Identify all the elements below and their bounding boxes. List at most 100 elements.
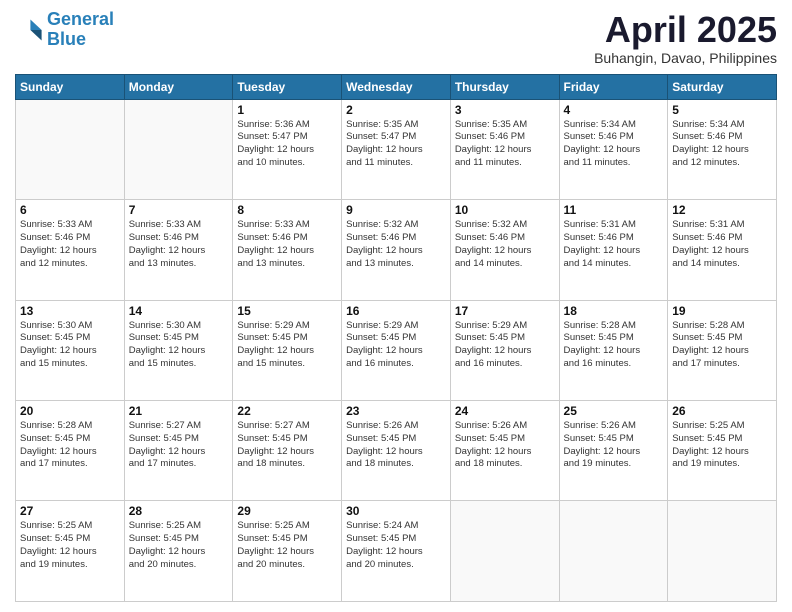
calendar: Sunday Monday Tuesday Wednesday Thursday… <box>15 74 777 602</box>
day-number: 20 <box>20 404 120 418</box>
table-row <box>559 501 668 602</box>
table-row: 15Sunrise: 5:29 AM Sunset: 5:45 PM Dayli… <box>233 300 342 400</box>
day-number: 13 <box>20 304 120 318</box>
table-row <box>16 99 125 199</box>
table-row: 10 Sunrise: 5:32 AM Sunset: 5:46 PM Dayli… <box>450 200 559 300</box>
day-number: 7 <box>129 203 229 217</box>
day-number: 26 <box>672 404 772 418</box>
col-saturday: Saturday <box>668 74 777 99</box>
day-info: Sunrise: 5:26 AM Sunset: 5:45 PM Dayligh… <box>455 420 555 471</box>
day-number: 27 <box>20 504 120 518</box>
day-info: Sunrise: 5:32 AM Sunset: 5:46 PM Dayligh… <box>455 219 555 270</box>
day-info: Sunrise: 5:25 AM Sunset: 5:45 PM Dayligh… <box>237 520 337 571</box>
day-number: 17 <box>455 304 555 318</box>
day-info: Sunrise: 5:24 AM Sunset: 5:45 PM Dayligh… <box>346 520 446 571</box>
day-number: 9 <box>346 203 446 217</box>
calendar-header-row: Sunday Monday Tuesday Wednesday Thursday… <box>16 74 777 99</box>
table-row: 5Sunrise: 5:34 AM Sunset: 5:46 PM Daylig… <box>668 99 777 199</box>
day-info: Sunrise: 5:30 AM Sunset: 5:45 PM Dayligh… <box>20 320 120 371</box>
logo-line2: Blue <box>47 29 86 49</box>
table-row: 12 Sunrise: 5:31 AM Sunset: 5:46 PM Dayli… <box>668 200 777 300</box>
table-row: 20 Sunrise: 5:28 AM Sunset: 5:45 PM Dayli… <box>16 401 125 501</box>
day-number: 29 <box>237 504 337 518</box>
day-info: Sunrise: 5:31 AM Sunset: 5:46 PM Dayligh… <box>564 219 664 270</box>
day-number: 12 <box>672 203 772 217</box>
day-info: Sunrise: 5:33 AM Sunset: 5:46 PM Dayligh… <box>237 219 337 270</box>
day-info: Sunrise: 5:28 AM Sunset: 5:45 PM Dayligh… <box>564 320 664 371</box>
table-row: 7 Sunrise: 5:33 AM Sunset: 5:46 PM Daylig… <box>124 200 233 300</box>
col-sunday: Sunday <box>16 74 125 99</box>
day-info: Sunrise: 5:33 AM Sunset: 5:46 PM Dayligh… <box>20 219 120 270</box>
table-row: 4Sunrise: 5:34 AM Sunset: 5:46 PM Daylig… <box>559 99 668 199</box>
day-info: Sunrise: 5:30 AM Sunset: 5:45 PM Dayligh… <box>129 320 229 371</box>
table-row: 3 Sunrise: 5:35 AM Sunset: 5:46 PM Daylig… <box>450 99 559 199</box>
table-row: 23Sunrise: 5:26 AM Sunset: 5:45 PM Dayli… <box>342 401 451 501</box>
table-row: 2 Sunrise: 5:35 AM Sunset: 5:47 PM Daylig… <box>342 99 451 199</box>
day-number: 25 <box>564 404 664 418</box>
table-row: 9 Sunrise: 5:32 AM Sunset: 5:46 PM Daylig… <box>342 200 451 300</box>
calendar-week-row: 6 Sunrise: 5:33 AM Sunset: 5:46 PM Daylig… <box>16 200 777 300</box>
calendar-week-row: 27 Sunrise: 5:25 AM Sunset: 5:45 PM Dayli… <box>16 501 777 602</box>
table-row: 19 Sunrise: 5:28 AM Sunset: 5:45 PM Dayli… <box>668 300 777 400</box>
table-row: 13 Sunrise: 5:30 AM Sunset: 5:45 PM Dayli… <box>16 300 125 400</box>
col-friday: Friday <box>559 74 668 99</box>
col-thursday: Thursday <box>450 74 559 99</box>
day-number: 19 <box>672 304 772 318</box>
table-row: 14 Sunrise: 5:30 AM Sunset: 5:45 PM Dayli… <box>124 300 233 400</box>
table-row <box>668 501 777 602</box>
day-number: 6 <box>20 203 120 217</box>
day-info: Sunrise: 5:32 AM Sunset: 5:46 PM Dayligh… <box>346 219 446 270</box>
day-number: 18 <box>564 304 664 318</box>
day-info: Sunrise: 5:35 AM Sunset: 5:46 PM Dayligh… <box>455 119 555 170</box>
logo-text: General Blue <box>47 10 114 50</box>
day-info: Sunrise: 5:28 AM Sunset: 5:45 PM Dayligh… <box>672 320 772 371</box>
day-number: 15 <box>237 304 337 318</box>
day-number: 2 <box>346 103 446 117</box>
day-info: Sunrise: 5:29 AM Sunset: 5:45 PM Dayligh… <box>455 320 555 371</box>
day-info: Sunrise: 5:27 AM Sunset: 5:45 PM Dayligh… <box>237 420 337 471</box>
day-info: Sunrise: 5:26 AM Sunset: 5:45 PM Dayligh… <box>564 420 664 471</box>
day-info: Sunrise: 5:35 AM Sunset: 5:47 PM Dayligh… <box>346 119 446 170</box>
day-number: 14 <box>129 304 229 318</box>
table-row: 6 Sunrise: 5:33 AM Sunset: 5:46 PM Daylig… <box>16 200 125 300</box>
location: Buhangin, Davao, Philippines <box>594 50 777 66</box>
day-info: Sunrise: 5:25 AM Sunset: 5:45 PM Dayligh… <box>672 420 772 471</box>
day-info: Sunrise: 5:29 AM Sunset: 5:45 PM Dayligh… <box>346 320 446 371</box>
calendar-week-row: 20 Sunrise: 5:28 AM Sunset: 5:45 PM Dayli… <box>16 401 777 501</box>
day-number: 22 <box>237 404 337 418</box>
day-info: Sunrise: 5:33 AM Sunset: 5:46 PM Dayligh… <box>129 219 229 270</box>
table-row: 17 Sunrise: 5:29 AM Sunset: 5:45 PM Dayli… <box>450 300 559 400</box>
day-number: 21 <box>129 404 229 418</box>
table-row: 28 Sunrise: 5:25 AM Sunset: 5:45 PM Dayli… <box>124 501 233 602</box>
day-info: Sunrise: 5:36 AM Sunset: 5:47 PM Dayligh… <box>237 119 337 170</box>
day-number: 5 <box>672 103 772 117</box>
day-info: Sunrise: 5:25 AM Sunset: 5:45 PM Dayligh… <box>129 520 229 571</box>
logo-icon <box>15 16 43 44</box>
day-number: 1 <box>237 103 337 117</box>
day-number: 23 <box>346 404 446 418</box>
day-info: Sunrise: 5:28 AM Sunset: 5:45 PM Dayligh… <box>20 420 120 471</box>
table-row: 26 Sunrise: 5:25 AM Sunset: 5:45 PM Dayli… <box>668 401 777 501</box>
table-row: 30 Sunrise: 5:24 AM Sunset: 5:45 PM Dayli… <box>342 501 451 602</box>
table-row: 1 Sunrise: 5:36 AM Sunset: 5:47 PM Daylig… <box>233 99 342 199</box>
day-info: Sunrise: 5:31 AM Sunset: 5:46 PM Dayligh… <box>672 219 772 270</box>
title-block: April 2025 Buhangin, Davao, Philippines <box>594 10 777 66</box>
table-row: 11Sunrise: 5:31 AM Sunset: 5:46 PM Dayli… <box>559 200 668 300</box>
logo: General Blue <box>15 10 114 50</box>
day-number: 10 <box>455 203 555 217</box>
table-row: 25 Sunrise: 5:26 AM Sunset: 5:45 PM Dayli… <box>559 401 668 501</box>
table-row: 18 Sunrise: 5:28 AM Sunset: 5:45 PM Dayli… <box>559 300 668 400</box>
table-row: 24Sunrise: 5:26 AM Sunset: 5:45 PM Dayli… <box>450 401 559 501</box>
table-row: 8 Sunrise: 5:33 AM Sunset: 5:46 PM Daylig… <box>233 200 342 300</box>
page: General Blue April 2025 Buhangin, Davao,… <box>0 0 792 612</box>
day-info: Sunrise: 5:34 AM Sunset: 5:46 PM Dayligh… <box>564 119 664 170</box>
day-number: 28 <box>129 504 229 518</box>
col-wednesday: Wednesday <box>342 74 451 99</box>
calendar-week-row: 1 Sunrise: 5:36 AM Sunset: 5:47 PM Daylig… <box>16 99 777 199</box>
table-row <box>450 501 559 602</box>
table-row: 16Sunrise: 5:29 AM Sunset: 5:45 PM Dayli… <box>342 300 451 400</box>
col-tuesday: Tuesday <box>233 74 342 99</box>
day-number: 3 <box>455 103 555 117</box>
day-number: 30 <box>346 504 446 518</box>
day-number: 8 <box>237 203 337 217</box>
